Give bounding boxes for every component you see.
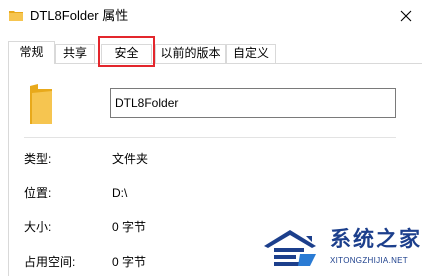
house-logo-icon bbox=[264, 230, 316, 266]
separator bbox=[24, 137, 396, 138]
tab-previous-versions[interactable]: 以前的版本 bbox=[155, 44, 226, 63]
window-title: DTL8Folder 属性 bbox=[30, 8, 129, 23]
tab-general[interactable]: 常规 bbox=[8, 41, 55, 64]
size-label: 大小: bbox=[24, 220, 52, 234]
location-label: 位置: bbox=[24, 186, 52, 200]
size-on-disk-value: 0 字节 bbox=[112, 255, 147, 269]
size-on-disk-label: 占用空间: bbox=[24, 255, 76, 269]
folder-icon bbox=[9, 11, 23, 21]
watermark-url: XITONGZHIJIA.NET bbox=[330, 256, 408, 265]
tab-customize[interactable]: 自定义 bbox=[226, 44, 276, 63]
title-bar[interactable]: DTL8Folder 属性 bbox=[0, 0, 422, 32]
properties-window: DTL8Folder 属性 常规 共享 安全 以前的版本 自定义 类型: 文件夹… bbox=[0, 0, 422, 276]
tab-sharing[interactable]: 共享 bbox=[55, 44, 95, 63]
size-value: 0 字节 bbox=[112, 220, 147, 234]
security-tab-highlight bbox=[98, 36, 155, 67]
watermark-title: 系统之家 bbox=[330, 228, 422, 251]
close-icon bbox=[400, 10, 412, 22]
type-value: 文件夹 bbox=[112, 152, 149, 166]
folder-name-field[interactable] bbox=[110, 88, 396, 118]
watermark: 系统之家 XITONGZHIJIA.NET bbox=[258, 222, 422, 276]
close-button[interactable] bbox=[390, 0, 422, 32]
folder-icon bbox=[30, 84, 52, 124]
location-value: D:\ bbox=[112, 186, 128, 200]
type-label: 类型: bbox=[24, 152, 52, 166]
